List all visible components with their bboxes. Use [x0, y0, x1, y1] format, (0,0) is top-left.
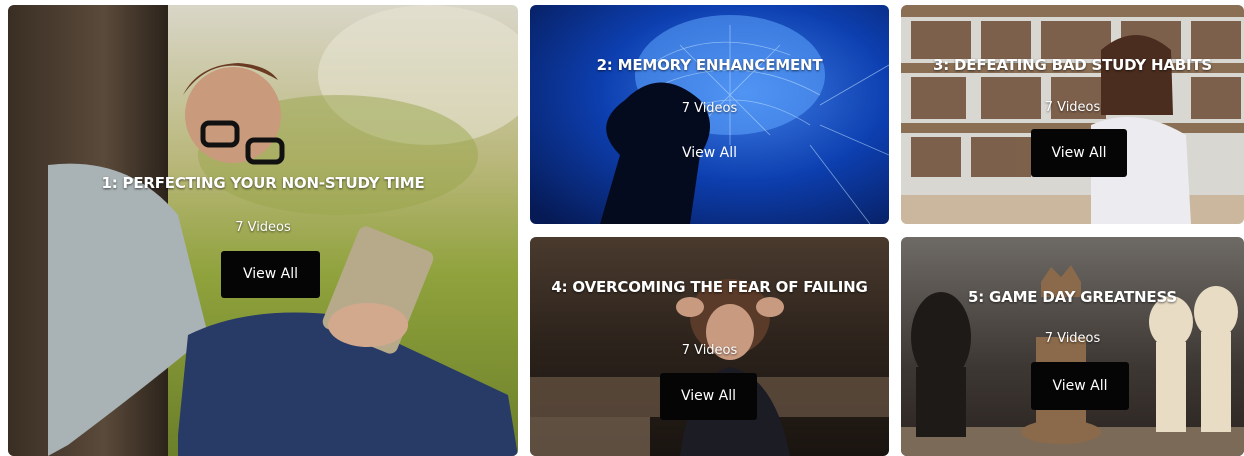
card-5-overlay: 5: GAME DAY GREATNESS 7 Videos View All — [901, 237, 1244, 456]
card-3-overlay: 3: DEFEATING BAD STUDY HABITS 7 Videos V… — [901, 5, 1244, 224]
card-5-view-all-button[interactable]: View All — [1031, 362, 1129, 410]
card-1-title: 1: PERFECTING YOUR NON-STUDY TIME — [101, 174, 425, 192]
card-2-view-all-button[interactable]: View All — [662, 130, 757, 176]
card-3-video-count: 7 Videos — [1044, 100, 1101, 115]
card-2-overlay: 2: MEMORY ENHANCEMENT 7 Videos View All — [530, 5, 889, 224]
card-4-overlay: 4: OVERCOMING THE FEAR OF FAILING 7 Vide… — [530, 237, 889, 456]
card-1-video-count: 7 Videos — [235, 220, 291, 235]
card-3-view-all-button[interactable]: View All — [1031, 129, 1127, 177]
course-card-4[interactable]: 4: OVERCOMING THE FEAR OF FAILING 7 Vide… — [530, 237, 889, 456]
card-2-title: 2: MEMORY ENHANCEMENT — [596, 56, 823, 74]
course-card-1[interactable]: 1: PERFECTING YOUR NON-STUDY TIME 7 Vide… — [8, 5, 518, 456]
card-4-view-all-button[interactable]: View All — [660, 373, 757, 420]
card-4-video-count: 7 Videos — [681, 343, 738, 358]
course-grid: 1: PERFECTING YOUR NON-STUDY TIME 7 Vide… — [0, 0, 1244, 456]
card-3-title: 3: DEFEATING BAD STUDY HABITS — [933, 56, 1212, 74]
course-card-3[interactable]: 3: DEFEATING BAD STUDY HABITS 7 Videos V… — [901, 5, 1244, 224]
card-1-overlay: 1: PERFECTING YOUR NON-STUDY TIME 7 Vide… — [8, 5, 518, 456]
card-5-video-count: 7 Videos — [1044, 331, 1101, 346]
card-4-title: 4: OVERCOMING THE FEAR OF FAILING — [551, 278, 868, 296]
course-card-5[interactable]: 5: GAME DAY GREATNESS 7 Videos View All — [901, 237, 1244, 456]
card-2-video-count: 7 Videos — [681, 101, 738, 116]
card-1-view-all-button[interactable]: View All — [221, 251, 320, 298]
course-card-2[interactable]: 2: MEMORY ENHANCEMENT 7 Videos View All — [530, 5, 889, 224]
card-5-title: 5: GAME DAY GREATNESS — [967, 288, 1177, 306]
